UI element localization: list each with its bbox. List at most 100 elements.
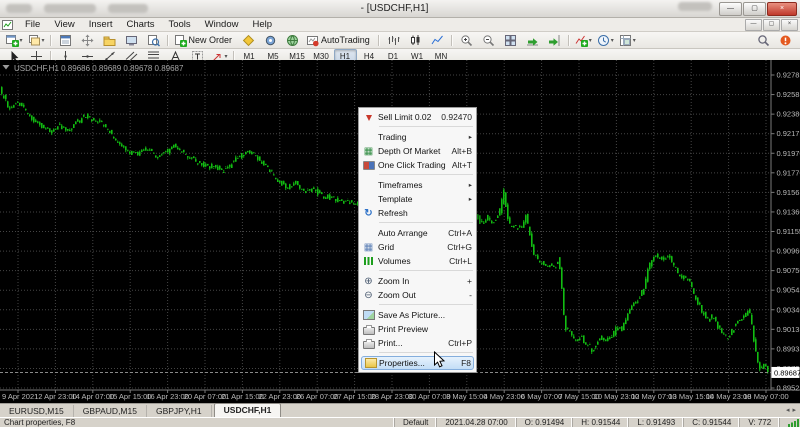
refresh-icon: [359, 208, 378, 219]
new-chart-button[interactable]: ▾: [4, 32, 25, 48]
templates-button[interactable]: ▾: [617, 32, 638, 48]
depth-of-market-icon: [364, 146, 373, 157]
svg-text:21 Apr 15:00: 21 Apr 15:00: [221, 392, 264, 401]
tile-windows-button[interactable]: [500, 32, 521, 48]
menu-item-sell-limit[interactable]: Sell Limit 0.020.92470: [359, 110, 476, 124]
navigator-button[interactable]: [99, 32, 120, 48]
menu-view[interactable]: View: [47, 18, 81, 31]
bar-chart-button[interactable]: [383, 32, 404, 48]
minimize-button[interactable]: —: [719, 2, 742, 16]
mdi-close-button[interactable]: ×: [781, 19, 798, 31]
chart-tab-gbpaud-m15[interactable]: GBPAUD,M15: [74, 405, 147, 417]
menu-item-zoom-out[interactable]: Zoom Out-: [359, 288, 476, 302]
autotrading-label: AutoTrading: [321, 35, 370, 45]
strategy-tester-button[interactable]: [143, 32, 164, 48]
menu-item-timeframes[interactable]: Timeframes▸: [359, 178, 476, 192]
status-section-5: C: 0.91544: [683, 418, 739, 427]
svg-text:0.92785: 0.92785: [777, 71, 800, 80]
time-axis[interactable]: 9 Apr 202112 Apr 23:0014 Apr 07:0015 Apr…: [2, 390, 789, 401]
menu-item-zoom-in[interactable]: Zoom In+: [359, 274, 476, 288]
line-chart-icon: [431, 34, 444, 47]
menu-item-trading[interactable]: Trading▸: [359, 130, 476, 144]
chart-tab-usdchf-h1[interactable]: USDCHF,H1: [214, 403, 282, 417]
svg-text:0.91565: 0.91565: [777, 188, 800, 197]
window-title: - [USDCHF,H1]: [361, 3, 429, 14]
search-icon: [757, 34, 770, 47]
menu-item-one-click-trading[interactable]: One Click TradingAlt+T: [359, 158, 476, 172]
svg-text:6 May 07:00: 6 May 07:00: [521, 392, 562, 401]
new-order-icon: [174, 34, 187, 47]
menu-insert[interactable]: Insert: [82, 18, 120, 31]
status-section-6: V: 772: [739, 418, 779, 427]
market-watch-button[interactable]: [55, 32, 76, 48]
terminal-button[interactable]: [121, 32, 142, 48]
properties-icon: [365, 358, 377, 368]
community-button[interactable]: [775, 32, 796, 48]
menu-separator: [379, 222, 473, 223]
menu-item-print[interactable]: Print...Ctrl+P: [359, 336, 476, 350]
tile-windows-icon: [504, 34, 517, 47]
close-button[interactable]: ×: [767, 2, 797, 16]
chart-tab-eurusd-m15[interactable]: EURUSD,M15: [0, 405, 74, 417]
tab-scroll-right-icon[interactable]: ▸: [792, 406, 796, 414]
menu-item-volumes[interactable]: VolumesCtrl+L: [359, 254, 476, 268]
line-chart-button[interactable]: [427, 32, 448, 48]
volumes-icon: [359, 257, 378, 265]
menu-item-print-preview[interactable]: Print Preview: [359, 322, 476, 336]
auto-scroll-button[interactable]: [522, 32, 543, 48]
menu-item-refresh[interactable]: Refresh: [359, 206, 476, 220]
zoom-in-icon: [359, 276, 378, 287]
chart-tab-gbpjpy-h1[interactable]: GBPJPY,H1: [147, 405, 212, 417]
dropdown-arrow-icon: ▾: [589, 37, 592, 44]
menu-charts[interactable]: Charts: [120, 18, 162, 31]
menu-item-save-as-picture[interactable]: Save As Picture...: [359, 308, 476, 322]
new-order-button[interactable]: New Order: [172, 32, 238, 48]
zoom-in-button[interactable]: [456, 32, 477, 48]
data-window-button[interactable]: [77, 32, 98, 48]
menu-item-depth-of-market[interactable]: Depth Of MarketAlt+B: [359, 144, 476, 158]
menu-help[interactable]: Help: [245, 18, 279, 31]
svg-text:0.90135: 0.90135: [777, 325, 800, 334]
svg-text:0.91155: 0.91155: [777, 227, 800, 236]
menu-file[interactable]: File: [18, 18, 47, 31]
new-chart-icon: [6, 34, 19, 47]
menu-separator: [379, 126, 473, 127]
svg-text:12 Apr 23:00: 12 Apr 23:00: [34, 392, 77, 401]
menu-bar: FileViewInsertChartsToolsWindowHelp — ▢ …: [0, 18, 800, 32]
status-section-2: O: 0.91494: [516, 418, 573, 427]
dropdown-arrow-icon: ▾: [225, 53, 228, 60]
navigator-icon: [103, 34, 116, 47]
menu-item-template[interactable]: Template▸: [359, 192, 476, 206]
svg-text:16 Apr 23:00: 16 Apr 23:00: [146, 392, 189, 401]
submenu-arrow-icon: ▸: [469, 195, 472, 203]
zoom-out-button[interactable]: [478, 32, 499, 48]
menu-item-auto-arrange[interactable]: Auto ArrangeCtrl+A: [359, 226, 476, 240]
auto-scroll-icon: [526, 34, 539, 47]
search-button[interactable]: [753, 32, 774, 48]
status-bar: Chart properties, F8 Default2021.04.28 0…: [0, 417, 800, 427]
indicators-button[interactable]: ▾: [573, 32, 594, 48]
menu-tools[interactable]: Tools: [161, 18, 197, 31]
menu-item-label: Trading: [378, 132, 466, 142]
periods-button[interactable]: ▾: [595, 32, 616, 48]
restore-button[interactable]: ▢: [743, 2, 766, 16]
title-bar: - [USDCHF,H1] — ▢ ×: [0, 0, 800, 18]
indicators-icon: [575, 34, 588, 47]
tab-scroll-left-icon[interactable]: ◂: [786, 406, 790, 414]
autotrading-button[interactable]: AutoTrading: [304, 32, 375, 48]
mdi-restore-button[interactable]: ▢: [763, 19, 780, 31]
chart-system-icon[interactable]: [2, 19, 15, 30]
mdi-minimize-button[interactable]: —: [745, 19, 762, 31]
menu-item-properties[interactable]: Properties...F8: [361, 356, 474, 370]
candlestick-chart-button[interactable]: [405, 32, 426, 48]
profiles-button[interactable]: ▾: [26, 32, 47, 48]
menu-item-shortcut: Alt+T: [452, 160, 472, 170]
menu-separator: [379, 174, 473, 175]
options-button[interactable]: [260, 32, 281, 48]
chart-shift-button[interactable]: [544, 32, 565, 48]
metaeditor-button[interactable]: [238, 32, 259, 48]
menu-window[interactable]: Window: [198, 18, 246, 31]
menu-item-grid[interactable]: GridCtrl+G: [359, 240, 476, 254]
fullscreen-button[interactable]: [282, 32, 303, 48]
community-icon: [779, 34, 792, 47]
